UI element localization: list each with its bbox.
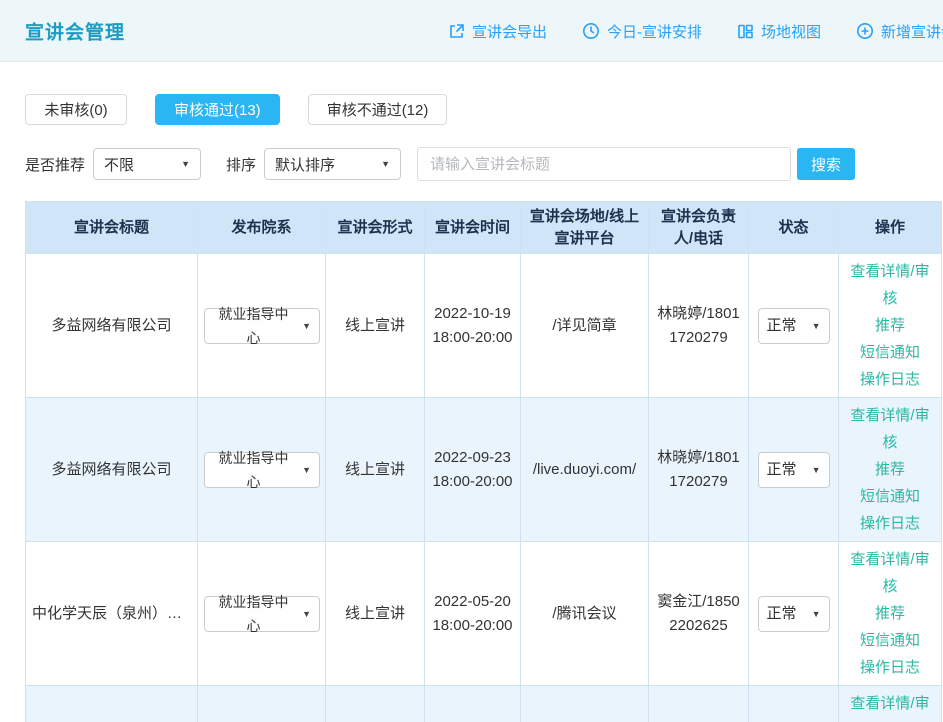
- cell-department: 就业指导中心 ▼: [198, 542, 326, 686]
- chevron-down-icon: ▼: [812, 602, 821, 626]
- search-input[interactable]: [417, 147, 791, 181]
- export-link[interactable]: 宣讲会导出: [448, 21, 547, 42]
- top-nav: 宣讲会导出 今日-宣讲安排 场地视图: [448, 0, 943, 62]
- tab-unreviewed[interactable]: 未审核(0): [25, 94, 127, 125]
- col-header-format: 宣讲会形式: [326, 202, 425, 254]
- chevron-down-icon: ▼: [812, 458, 821, 482]
- cell-time: 2022-09-23 18:00-20:00: [425, 398, 521, 542]
- cell-actions: 查看详情/审核推荐短信通知操作日志: [839, 686, 942, 722]
- col-header-actions: 操作: [839, 202, 942, 254]
- filter-bar: 是否推荐 不限 ▼ 排序 默认排序 ▼ 搜索: [25, 147, 943, 181]
- cell-format: 线上宣讲: [326, 398, 425, 542]
- recommend-link[interactable]: 推荐: [845, 600, 935, 627]
- presentation-table: 宣讲会标题 发布院系 宣讲会形式 宣讲会时间 宣讲会场地/线上宣讲平台 宣讲会负…: [25, 201, 942, 722]
- review-tabs: 未审核(0) 审核通过(13) 审核不通过(12): [25, 94, 943, 125]
- sort-label: 排序: [226, 154, 256, 175]
- cell-format: 线上宣讲: [326, 542, 425, 686]
- sms-notify-link[interactable]: 短信通知: [845, 339, 935, 366]
- cell-format: 线上宣讲: [326, 254, 425, 398]
- department-select[interactable]: 就业指导中心 ▼: [204, 596, 320, 632]
- operation-log-link[interactable]: 操作日志: [845, 366, 935, 393]
- chevron-down-icon: ▼: [302, 314, 311, 338]
- cell-format: 线上宣讲: [326, 686, 425, 722]
- operation-log-link[interactable]: 操作日志: [845, 510, 935, 537]
- tab-approved[interactable]: 审核通过(13): [155, 94, 280, 125]
- cell-title: 多益网络有限公司: [26, 398, 198, 542]
- cell-title: 泉州市影大体育发展有...: [26, 686, 198, 722]
- recommend-link[interactable]: 推荐: [845, 312, 935, 339]
- view-detail-review-link[interactable]: 查看详情/审核: [845, 690, 935, 722]
- cell-venue: /详见简章: [521, 254, 649, 398]
- status-select[interactable]: 正常 ▼: [758, 596, 830, 632]
- cell-time: 2022-05-20 18:00-20:00: [425, 542, 521, 686]
- col-header-time: 宣讲会时间: [425, 202, 521, 254]
- cell-contact: 林晓婷/18011720279: [649, 254, 749, 398]
- cell-status: 正常 ▼: [749, 686, 839, 722]
- chevron-down-icon: ▼: [302, 602, 311, 626]
- table-row: 泉州市影大体育发展有... 就业指导中心 ▼ 线上宣讲 2022-04-25 1…: [26, 686, 942, 722]
- sms-notify-link[interactable]: 短信通知: [845, 627, 935, 654]
- view-detail-review-link[interactable]: 查看详情/审核: [845, 546, 935, 600]
- cell-actions: 查看详情/审核推荐短信通知操作日志: [839, 254, 942, 398]
- col-header-title: 宣讲会标题: [26, 202, 198, 254]
- tab-rejected[interactable]: 审核不通过(12): [308, 94, 448, 125]
- export-icon: [448, 23, 465, 40]
- table-header-row: 宣讲会标题 发布院系 宣讲会形式 宣讲会时间 宣讲会场地/线上宣讲平台 宣讲会负…: [26, 202, 942, 254]
- top-header-bar: 宣讲会管理 宣讲会导出 今日-宣讲安排: [0, 0, 943, 62]
- operation-log-link[interactable]: 操作日志: [845, 654, 935, 681]
- cell-contact: 施纯林/13405910926: [649, 686, 749, 722]
- cell-title: 多益网络有限公司: [26, 254, 198, 398]
- search-button[interactable]: 搜索: [797, 148, 855, 180]
- col-header-department: 发布院系: [198, 202, 326, 254]
- cell-venue: /live.duoyi.com/: [521, 398, 649, 542]
- chevron-down-icon: ▼: [302, 458, 311, 482]
- sms-notify-link[interactable]: 短信通知: [845, 483, 935, 510]
- add-presentation-link[interactable]: 新增宣讲会: [856, 21, 943, 42]
- cell-department: 就业指导中心 ▼: [198, 254, 326, 398]
- cell-title: 中化学天辰（泉州）新...: [26, 542, 198, 686]
- recommend-label: 是否推荐: [25, 154, 85, 175]
- cell-contact: 窦金江/18502202625: [649, 542, 749, 686]
- chevron-down-icon: ▼: [381, 159, 390, 169]
- cell-actions: 查看详情/审核推荐短信通知操作日志: [839, 542, 942, 686]
- cell-time: 2022-10-19 18:00-20:00: [425, 254, 521, 398]
- sort-select[interactable]: 默认排序 ▼: [264, 148, 401, 180]
- venue-layout-icon: [737, 23, 754, 40]
- cell-time: 2022-04-25 14:30-16:00: [425, 686, 521, 722]
- department-select[interactable]: 就业指导中心 ▼: [204, 308, 320, 344]
- page-title: 宣讲会管理: [25, 17, 125, 44]
- view-detail-review-link[interactable]: 查看详情/审核: [845, 402, 935, 456]
- today-schedule-link[interactable]: 今日-宣讲安排: [582, 21, 702, 42]
- col-header-status: 状态: [749, 202, 839, 254]
- cell-department: 就业指导中心 ▼: [198, 398, 326, 542]
- col-header-venue: 宣讲会场地/线上宣讲平台: [521, 202, 649, 254]
- view-detail-review-link[interactable]: 查看详情/审核: [845, 258, 935, 312]
- cell-venue: /腾讯会议: [521, 542, 649, 686]
- chevron-down-icon: ▼: [181, 159, 190, 169]
- table-row: 中化学天辰（泉州）新... 就业指导中心 ▼ 线上宣讲 2022-05-20 1…: [26, 542, 942, 686]
- status-select[interactable]: 正常 ▼: [758, 452, 830, 488]
- recommend-link[interactable]: 推荐: [845, 456, 935, 483]
- table-row: 多益网络有限公司 就业指导中心 ▼ 线上宣讲 2022-10-19 18:00-…: [26, 254, 942, 398]
- department-select[interactable]: 就业指导中心 ▼: [204, 452, 320, 488]
- cell-status: 正常 ▼: [749, 542, 839, 686]
- recommend-select[interactable]: 不限 ▼: [93, 148, 201, 180]
- cell-department: 就业指导中心 ▼: [198, 686, 326, 722]
- status-select[interactable]: 正常 ▼: [758, 308, 830, 344]
- cell-status: 正常 ▼: [749, 398, 839, 542]
- cell-contact: 林晓婷/18011720279: [649, 398, 749, 542]
- cell-actions: 查看详情/审核推荐短信通知操作日志: [839, 398, 942, 542]
- table-row: 多益网络有限公司 就业指导中心 ▼ 线上宣讲 2022-09-23 18:00-…: [26, 398, 942, 542]
- cell-venue: /: [521, 686, 649, 722]
- plus-circle-icon: [856, 22, 874, 40]
- col-header-contact: 宣讲会负责人/电话: [649, 202, 749, 254]
- venue-view-link[interactable]: 场地视图: [737, 21, 821, 42]
- clock-icon: [582, 22, 600, 40]
- chevron-down-icon: ▼: [812, 314, 821, 338]
- cell-status: 正常 ▼: [749, 254, 839, 398]
